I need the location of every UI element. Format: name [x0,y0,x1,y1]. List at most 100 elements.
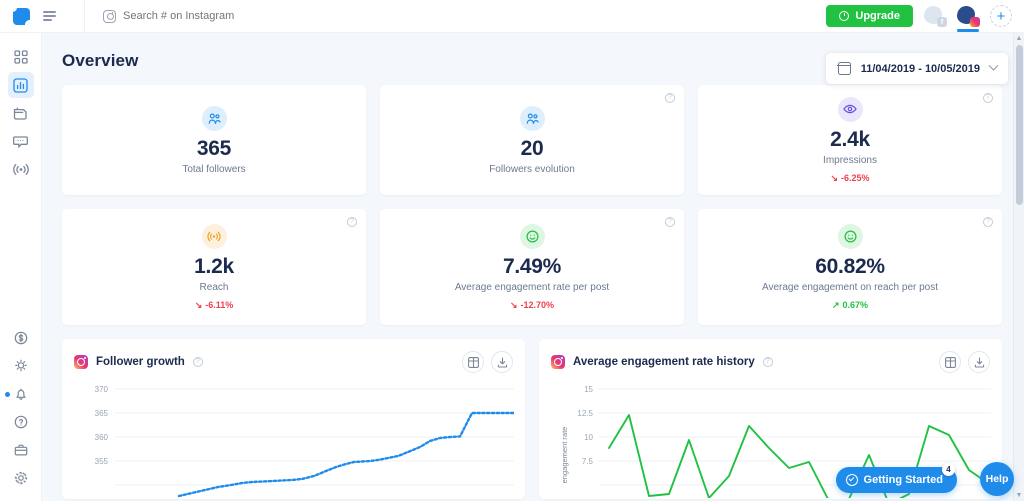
y-tick-12-5: 12.5 [577,409,593,418]
stat-label: Reach [199,281,229,293]
top-navigation-bar: Upgrade f + [0,0,1024,33]
upgrade-button-label: Upgrade [855,10,900,22]
eye-icon [837,96,863,122]
facebook-account-avatar[interactable]: f [924,5,947,27]
left-sidebar [0,33,42,501]
table-view-button[interactable] [939,351,961,373]
stat-label: Average engagement on reach per post [761,281,939,293]
stat-card-followers-evolution[interactable]: ? 20 Followers evolution [380,85,684,195]
smiley-glyph [525,229,539,243]
trend-down-icon: ↘ [194,299,203,310]
hamburger-line [43,19,52,21]
stat-delta-value: -12.70% [520,300,555,310]
info-icon[interactable]: ? [983,93,993,103]
stat-card-avg-engagement-on-reach[interactable]: ? 60.82% Average engagement on reach per… [698,209,1002,325]
add-account-button[interactable]: + [990,5,1012,27]
table-view-button[interactable] [462,351,484,373]
y-tick-365: 365 [95,409,109,418]
gear-icon [14,471,27,485]
scroll-down-arrow-icon[interactable]: ▼ [1014,490,1024,501]
info-icon[interactable]: ? [347,217,357,227]
comment-icon [13,135,28,148]
download-button[interactable] [491,351,513,373]
content-scroll-area: Overview 365 Total followers ? 20 Follow… [42,33,1024,501]
lightbulb-icon [14,359,27,372]
dollar-icon [14,331,27,345]
chart-header: Average engagement rate history ? [551,350,990,374]
date-range-picker[interactable]: 11/04/2019 - 10/05/2019 [825,53,1008,84]
y-axis-ticks: 15 12.5 10 7.5 [577,385,593,466]
chart-actions [462,351,513,373]
download-button[interactable] [968,351,990,373]
instagram-icon [74,355,88,369]
help-button[interactable]: Help [980,462,1014,496]
stat-value: 1.2k [194,254,234,278]
sidebar-item-help[interactable] [8,409,34,435]
trend-up-icon: ↗ [831,299,840,310]
search-input[interactable] [123,10,373,22]
sidebar-item-publishing[interactable] [8,100,34,126]
stat-card-avg-engagement-rate[interactable]: ? 7.49% Average engagement rate per post [380,209,684,325]
info-icon[interactable]: ? [762,357,773,367]
broadcast-glyph [207,231,221,241]
sidebar-item-billing[interactable] [8,325,34,351]
info-icon[interactable]: ? [665,93,675,103]
chevron-down-icon [988,60,999,71]
sidebar-item-dashboard[interactable] [8,44,34,70]
download-icon [497,356,507,368]
getting-started-button[interactable]: Getting Started 4 [835,463,957,493]
briefcase-icon [14,444,27,456]
table-view-icon [467,356,479,368]
sidebar-secondary-group [4,325,34,501]
y-tick-7-5: 7.5 [582,457,594,466]
question-icon [14,415,27,429]
y-tick-360: 360 [95,433,109,442]
analytics-dashboard: Upgrade f + [0,0,1024,501]
getting-started-badge: 4 [942,463,955,476]
trend-down-icon: ↘ [830,172,838,183]
y-axis-label: engagement rate [560,427,569,484]
sidebar-item-tools[interactable] [8,437,34,463]
y-tick-355: 355 [95,457,109,466]
stat-delta: ↘ -12.70% [510,300,554,311]
scroll-up-arrow-icon[interactable]: ▲ [1014,33,1024,44]
body-container: Overview 365 Total followers ? 20 Follow… [0,33,1024,501]
follower-growth-plot: 370 365 360 355 [74,380,514,499]
agorapulse-logo-icon[interactable] [12,7,30,25]
facebook-badge-icon: f [937,17,947,27]
people-glyph [208,112,221,124]
active-account-indicator [957,29,979,32]
upgrade-button[interactable]: Upgrade [826,5,913,27]
sidebar-item-reports[interactable] [7,72,34,98]
instagram-account-avatar[interactable] [957,5,980,32]
grid-icon [13,50,28,64]
smiley-icon [837,223,863,249]
sidebar-item-notifications[interactable] [4,381,34,407]
stat-label: Followers evolution [489,163,575,175]
stat-card-impressions[interactable]: ? 2.4k Impressions ↘ -6.25% [698,85,1002,195]
page-scrollbar[interactable]: ▲ ▼ [1013,33,1024,501]
info-icon[interactable]: ? [665,217,675,227]
y-tick-370: 370 [95,385,109,394]
scrollbar-thumb[interactable] [1016,45,1023,205]
smiley-icon [519,223,545,249]
stat-card-total-followers[interactable]: 365 Total followers [62,85,366,195]
sidebar-item-settings[interactable] [8,465,34,491]
check-circle-icon [845,474,858,486]
bell-icon [15,388,26,400]
broadcast-icon [12,163,29,175]
stat-delta-value: 0.67% [842,300,869,310]
stat-card-reach[interactable]: ? 1.2k Reach ↘ -6.11% [62,209,366,325]
date-range-label: 11/04/2019 - 10/05/2019 [860,62,980,75]
chart-actions [939,351,990,373]
sidebar-item-tips[interactable] [8,353,34,379]
sidebar-item-inbox[interactable] [8,128,34,154]
chart-header: Follower growth ? [74,350,513,374]
topbar-actions: Upgrade f + [826,5,1024,32]
stat-label: Average engagement rate per post [454,281,610,293]
info-icon[interactable]: ? [983,217,993,227]
menu-toggle-icon[interactable] [42,11,64,21]
info-icon[interactable]: ? [192,357,203,367]
sidebar-item-listening[interactable] [8,156,34,182]
app-logo-container[interactable] [0,7,42,25]
